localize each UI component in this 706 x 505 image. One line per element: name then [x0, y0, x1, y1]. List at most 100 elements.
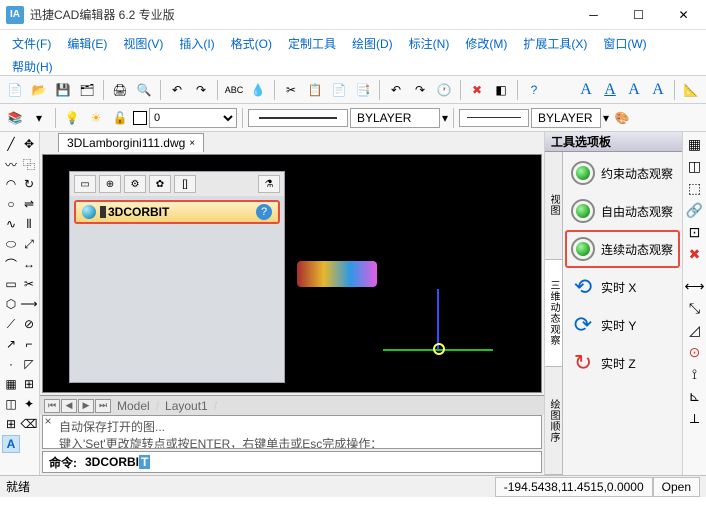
menu-item[interactable]: 视图(V): [115, 32, 171, 55]
document-tab[interactable]: 3DLamborgini111.dwg ×: [58, 133, 204, 152]
layer-select[interactable]: 0: [149, 108, 237, 128]
ellipse-tool[interactable]: ⬭: [2, 235, 20, 253]
lock-icon[interactable]: 🔓: [109, 107, 131, 129]
lineweight-preview[interactable]: [459, 109, 529, 127]
paste-special-icon[interactable]: 📑: [352, 79, 374, 101]
cut-icon[interactable]: ✂: [280, 79, 302, 101]
menu-item[interactable]: 定制工具: [280, 32, 344, 55]
palette-vtab[interactable]: 绘图顺序: [545, 367, 562, 475]
polyline-tool[interactable]: 〰: [2, 155, 20, 173]
dim-tool-7[interactable]: ⟂: [685, 408, 705, 428]
dim-tool-2[interactable]: ⤡: [685, 298, 705, 318]
dim-tool-1[interactable]: ⟷: [685, 276, 705, 296]
panel-tab-5[interactable]: []: [174, 175, 196, 193]
undo2-icon[interactable]: ↶: [385, 79, 407, 101]
palette-item[interactable]: 自由动态观察: [565, 192, 680, 230]
font-style-3[interactable]: A: [623, 79, 645, 101]
command-input-highlighted[interactable]: 3DCORBIT ?: [74, 200, 280, 224]
menu-item[interactable]: 标注(N): [401, 32, 458, 55]
offset-tool[interactable]: ⫴: [20, 215, 38, 233]
delete-icon[interactable]: ✖: [466, 79, 488, 101]
save-as-icon[interactable]: 🗂: [76, 79, 98, 101]
match-icon[interactable]: ⊡: [685, 222, 705, 242]
model-tab[interactable]: Model: [117, 399, 150, 413]
layer-color-swatch[interactable]: [133, 111, 147, 125]
linetype-preview[interactable]: [248, 109, 348, 127]
maximize-button[interactable]: ☐: [616, 0, 661, 30]
dropdown-icon[interactable]: ▾: [603, 111, 609, 125]
layers-icon[interactable]: ◧: [490, 79, 512, 101]
menu-item[interactable]: 修改(M): [457, 32, 515, 55]
spline-tool[interactable]: ∿: [2, 215, 20, 233]
lightbulb-icon[interactable]: 💡: [61, 107, 83, 129]
menu-item[interactable]: 插入(I): [171, 32, 222, 55]
paste-icon[interactable]: 📄: [328, 79, 350, 101]
scale-tool[interactable]: ⤢: [20, 235, 38, 253]
palette-item[interactable]: ⟲实时 X: [565, 268, 680, 306]
point-tool[interactable]: ·: [2, 355, 20, 373]
save-icon[interactable]: 💾: [52, 79, 74, 101]
dim-tool-4[interactable]: ⊙: [685, 342, 705, 362]
construction-line-tool[interactable]: ⟋: [2, 315, 20, 333]
help-icon[interactable]: ?: [256, 204, 272, 220]
xref-icon[interactable]: 🔗: [685, 200, 705, 220]
move-tool[interactable]: ✥: [20, 135, 38, 153]
measure-icon[interactable]: 📐: [680, 79, 702, 101]
layers-panel-icon[interactable]: ◫: [685, 156, 705, 176]
rectangle-tool[interactable]: ▭: [2, 275, 20, 293]
close-tab-icon[interactable]: ×: [189, 138, 195, 149]
blocks-icon[interactable]: ⬚: [685, 178, 705, 198]
lineweight-select[interactable]: BYLAYER: [531, 108, 601, 128]
palette-vtab[interactable]: 三维动态观察: [545, 260, 562, 368]
line-tool[interactable]: ╱: [2, 135, 20, 153]
new-file-icon[interactable]: 📄: [4, 79, 26, 101]
polygon-tool[interactable]: ⬡: [2, 295, 20, 313]
array-tool[interactable]: ⊞: [20, 375, 38, 393]
history-icon[interactable]: 🕐: [433, 79, 455, 101]
help-icon[interactable]: ?: [523, 79, 545, 101]
color-picker-icon[interactable]: 🎨: [611, 107, 633, 129]
break-tool[interactable]: ⊘: [20, 315, 38, 333]
redo2-icon[interactable]: ↷: [409, 79, 431, 101]
properties-icon[interactable]: ▦: [685, 134, 705, 154]
ray-tool[interactable]: ↗: [2, 335, 20, 353]
arc2-tool[interactable]: ⌒: [2, 255, 20, 273]
command-line[interactable]: 命令: 3DCORBIT: [42, 451, 542, 473]
stretch-tool[interactable]: ↔: [20, 255, 38, 273]
copy-tool[interactable]: ⿻: [20, 155, 38, 173]
print-preview-icon[interactable]: 🔍: [133, 79, 155, 101]
arc-tool[interactable]: ◠: [2, 175, 20, 193]
erase-tool[interactable]: ⌫: [20, 415, 38, 433]
close-button[interactable]: ✕: [661, 0, 706, 30]
menu-item[interactable]: 文件(F): [4, 32, 59, 55]
minimize-button[interactable]: ─: [571, 0, 616, 30]
hatch-tool[interactable]: ▦: [2, 375, 20, 393]
linetype-select[interactable]: BYLAYER: [350, 108, 440, 128]
palette-item[interactable]: ↻实时 Z: [565, 344, 680, 382]
panel-tab-2[interactable]: ⊕: [99, 175, 121, 193]
dropdown-icon[interactable]: ▾: [442, 111, 448, 125]
circle-tool[interactable]: ○: [2, 195, 20, 213]
dim-tool-3[interactable]: ◿: [685, 320, 705, 340]
palette-item[interactable]: 约束动态观察: [565, 154, 680, 192]
panel-tab-4[interactable]: ✿: [149, 175, 171, 193]
menu-item[interactable]: 格式(O): [223, 32, 280, 55]
palette-item[interactable]: 连续动态观察: [565, 230, 680, 268]
undo-icon[interactable]: ↶: [166, 79, 188, 101]
palette-item[interactable]: ⟳实时 Y: [565, 306, 680, 344]
panel-tab-1[interactable]: ▭: [74, 175, 96, 193]
menu-item[interactable]: 绘图(D): [344, 32, 401, 55]
menu-item[interactable]: 扩展工具(X): [515, 32, 595, 55]
trim-tool[interactable]: ✂: [20, 275, 38, 293]
dim-tool-5[interactable]: ⟟: [685, 364, 705, 384]
layout-tab[interactable]: Layout1: [165, 399, 208, 413]
layer-manager-icon[interactable]: 📚: [4, 107, 26, 129]
menu-item[interactable]: 帮助(H): [4, 55, 61, 78]
delete-red-icon[interactable]: ✖: [685, 244, 705, 264]
panel-tab-3[interactable]: ⚙: [124, 175, 146, 193]
text-tool[interactable]: A: [2, 435, 20, 453]
redo-icon[interactable]: ↷: [190, 79, 212, 101]
font-style-2[interactable]: A: [599, 79, 621, 101]
sun-icon[interactable]: ☀: [85, 107, 107, 129]
dim-tool-6[interactable]: ⊾: [685, 386, 705, 406]
